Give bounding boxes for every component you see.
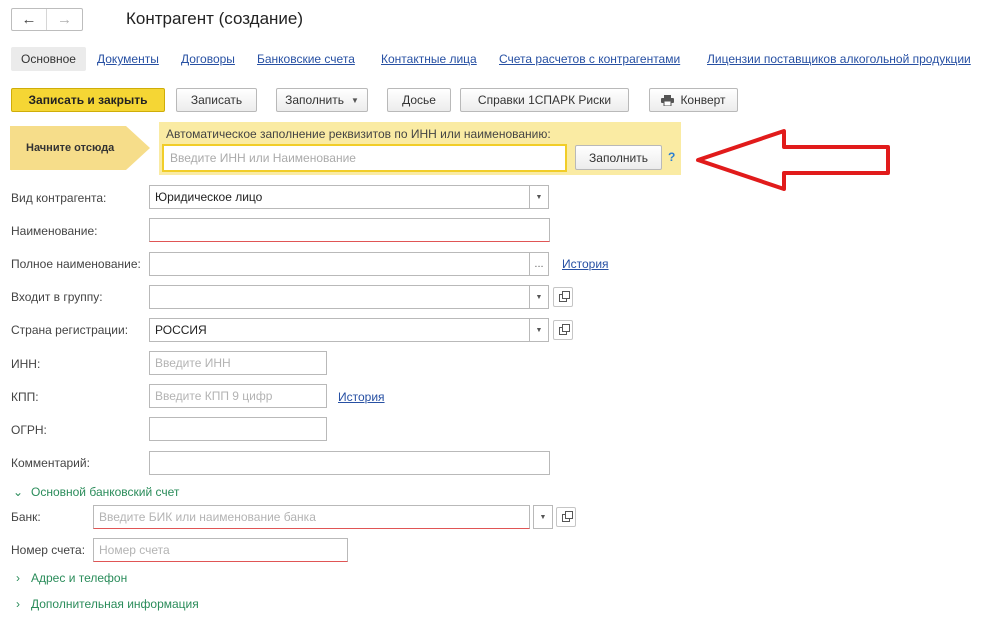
tab-alcohol-licenses[interactable]: Лицензии поставщиков алкогольной продукц… bbox=[707, 47, 971, 71]
account-number-label: Номер счета: bbox=[11, 543, 86, 557]
ogrn-input[interactable] bbox=[149, 417, 327, 441]
name-input[interactable] bbox=[149, 218, 550, 242]
tab-contracts[interactable]: Договоры bbox=[181, 47, 235, 71]
kpp-history-link[interactable]: История bbox=[338, 390, 385, 404]
caret-down-icon: ▼ bbox=[535, 326, 543, 334]
name-label: Наименование: bbox=[11, 224, 98, 238]
tab-settlement-accounts[interactable]: Счета расчетов с контрагентами bbox=[499, 47, 680, 71]
autofill-button-label: Заполнить bbox=[589, 150, 648, 165]
group-dropdown-button[interactable]: ▼ bbox=[529, 285, 549, 309]
full-name-label: Полное наименование: bbox=[11, 257, 141, 271]
tab-bank-accounts[interactable]: Банковские счета bbox=[257, 47, 355, 71]
bank-open-button[interactable] bbox=[556, 507, 576, 527]
comment-input[interactable] bbox=[149, 451, 550, 475]
fill-menu-button[interactable]: Заполнить ▼ bbox=[276, 88, 368, 112]
caret-down-icon: ▼ bbox=[535, 193, 543, 201]
spark-reports-label: Справки 1СПАРК Риски bbox=[477, 93, 612, 107]
full-name-history-link[interactable]: История bbox=[562, 257, 609, 271]
chevron-right-icon: › bbox=[16, 571, 20, 585]
full-name-edit-button[interactable]: ... bbox=[529, 252, 549, 276]
tab-main[interactable]: Основное bbox=[11, 47, 86, 71]
group-open-button[interactable] bbox=[553, 287, 573, 307]
save-label: Записать bbox=[190, 93, 243, 107]
fill-menu-label: Заполнить bbox=[285, 93, 344, 107]
arrow-right-icon: → bbox=[57, 11, 72, 28]
caret-down-icon: ▼ bbox=[535, 293, 543, 301]
tab-contact-persons[interactable]: Контактные лица bbox=[381, 47, 477, 71]
kind-dropdown-button[interactable]: ▼ bbox=[529, 185, 549, 209]
extra-info-section-title: Дополнительная информация bbox=[31, 597, 199, 611]
bank-section-toggle[interactable]: ⌄ Основной банковский счет bbox=[11, 485, 179, 499]
inn-label: ИНН: bbox=[11, 357, 41, 371]
start-here-label: Начните отсюда bbox=[26, 142, 115, 154]
ogrn-label: ОГРН: bbox=[11, 423, 47, 437]
chevron-down-icon: ⌄ bbox=[12, 485, 24, 499]
kpp-label: КПП: bbox=[11, 390, 39, 404]
tab-documents[interactable]: Документы bbox=[97, 47, 159, 71]
printer-icon bbox=[661, 94, 675, 106]
envelope-label: Конверт bbox=[680, 93, 726, 107]
save-and-close-label: Записать и закрыть bbox=[28, 93, 148, 107]
spark-reports-button[interactable]: Справки 1СПАРК Риски bbox=[460, 88, 629, 112]
bank-label: Банк: bbox=[11, 510, 41, 524]
chevron-right-icon: › bbox=[16, 597, 20, 611]
caret-down-icon: ▼ bbox=[539, 513, 547, 521]
ellipsis-icon: ... bbox=[534, 258, 544, 270]
envelope-button[interactable]: Конверт bbox=[649, 88, 738, 112]
forward-button[interactable]: → bbox=[47, 9, 82, 30]
group-select[interactable] bbox=[149, 285, 530, 309]
help-icon[interactable]: ? bbox=[668, 150, 675, 164]
bank-select[interactable]: Введите БИК или наименование банка bbox=[93, 505, 530, 529]
save-and-close-button[interactable]: Записать и закрыть bbox=[11, 88, 165, 112]
account-number-input[interactable]: Номер счета bbox=[93, 538, 348, 562]
kpp-input[interactable]: Введите КПП 9 цифр bbox=[149, 384, 327, 408]
inn-input[interactable]: Введите ИНН bbox=[149, 351, 327, 375]
country-open-button[interactable] bbox=[553, 320, 573, 340]
autofill-caption: Автоматическое заполнение реквизитов по … bbox=[166, 127, 551, 141]
country-select[interactable]: РОССИЯ bbox=[149, 318, 530, 342]
bank-section-title: Основной банковский счет bbox=[31, 485, 180, 499]
extra-info-section-toggle[interactable]: › Дополнительная информация bbox=[11, 597, 199, 611]
arrow-left-icon: ← bbox=[21, 11, 37, 28]
dossier-button[interactable]: Досье bbox=[387, 88, 451, 112]
dossier-label: Досье bbox=[402, 93, 436, 107]
country-dropdown-button[interactable]: ▼ bbox=[529, 318, 549, 342]
comment-label: Комментарий: bbox=[11, 456, 90, 470]
inn-name-search-input[interactable]: Введите ИНН или Наименование bbox=[162, 144, 567, 172]
group-label: Входит в группу: bbox=[11, 290, 103, 304]
page-title: Контрагент (создание) bbox=[126, 9, 304, 28]
bank-dropdown-button[interactable]: ▼ bbox=[533, 505, 553, 529]
autofill-button[interactable]: Заполнить bbox=[575, 145, 662, 170]
country-label: Страна регистрации: bbox=[11, 323, 129, 337]
annotation-arrow-icon bbox=[696, 129, 890, 191]
full-name-input[interactable] bbox=[149, 252, 530, 276]
address-section-toggle[interactable]: › Адрес и телефон bbox=[11, 571, 127, 585]
address-section-title: Адрес и телефон bbox=[31, 571, 128, 585]
history-navigation: ← → bbox=[11, 8, 83, 31]
caret-down-icon: ▼ bbox=[351, 95, 359, 105]
back-button[interactable]: ← bbox=[12, 9, 47, 30]
save-button[interactable]: Записать bbox=[176, 88, 257, 112]
kind-select[interactable]: Юридическое лицо bbox=[149, 185, 530, 209]
kind-label: Вид контрагента: bbox=[11, 191, 107, 205]
